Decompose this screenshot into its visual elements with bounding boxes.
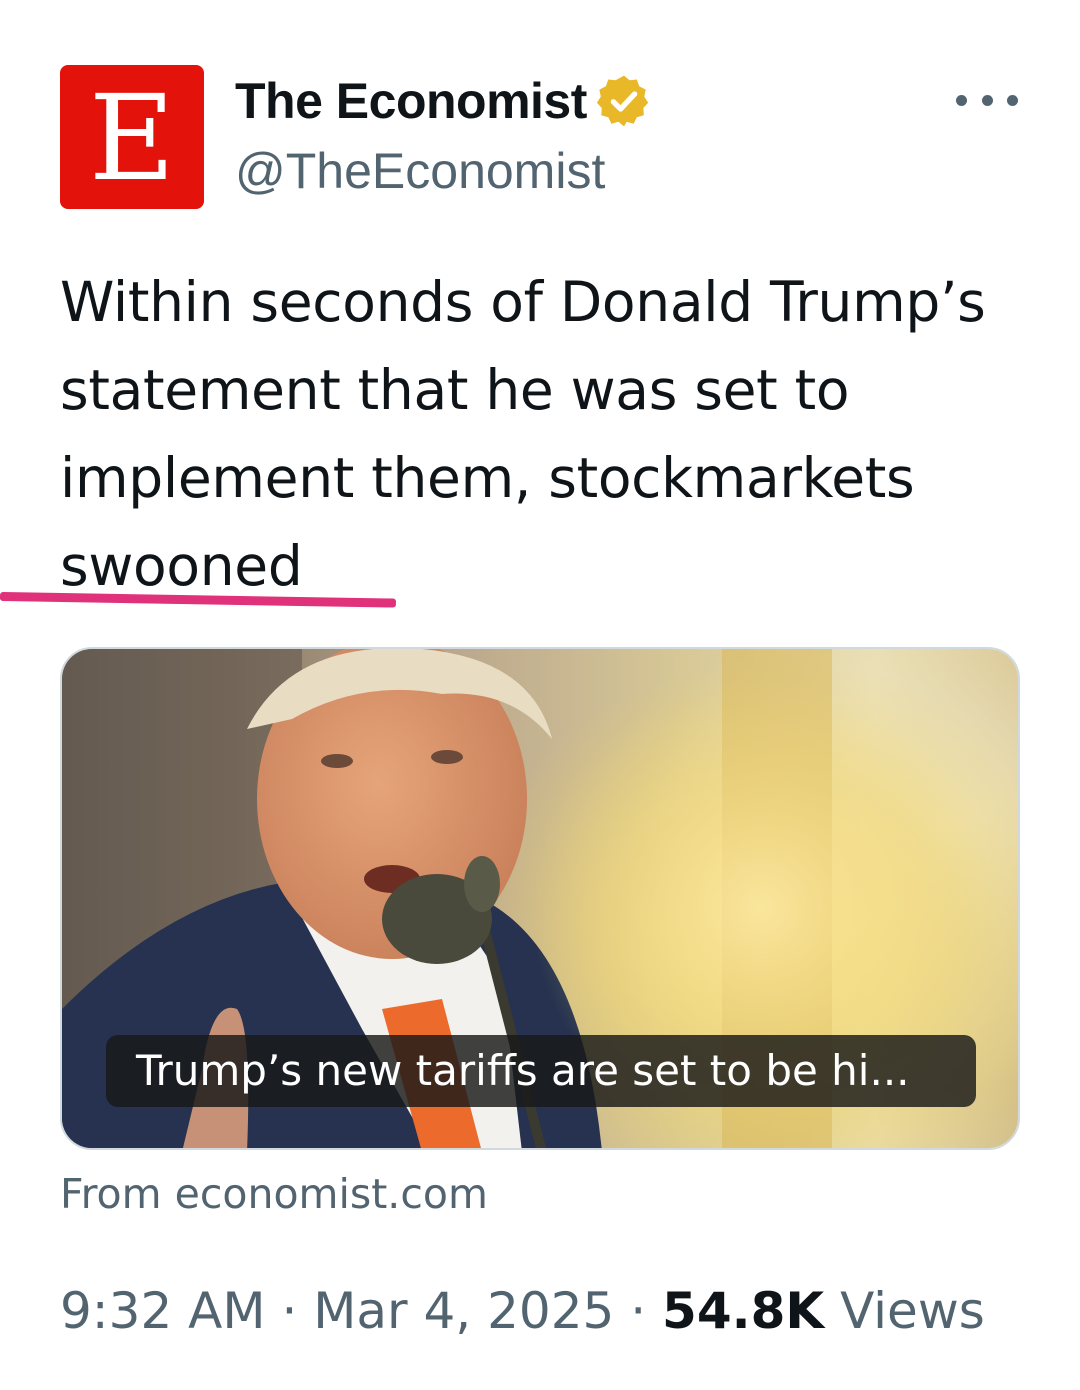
author-display-name[interactable]: The Economist	[235, 72, 587, 130]
card-source-link[interactable]: From economist.com	[60, 1170, 488, 1218]
tweet-text: Within seconds of Donald Trump’s stateme…	[60, 270, 986, 598]
views-count: 54.8K	[662, 1282, 825, 1340]
views-label: Views	[840, 1282, 985, 1340]
more-dot-icon	[1007, 94, 1018, 106]
verified-badge-icon[interactable]	[595, 72, 653, 130]
link-preview-card[interactable]: Trump’s new tariffs are set to be hi...	[60, 647, 1020, 1150]
author-name-row[interactable]: The Economist	[235, 70, 653, 132]
tweet-time[interactable]: 9:32 AM	[60, 1282, 266, 1340]
more-dot-icon	[956, 94, 967, 106]
tweet-meta: 9:32 AM · Mar 4, 2025 · 54.8K Views	[60, 1282, 985, 1340]
more-options-button[interactable]	[952, 80, 1022, 120]
avatar-letter: E	[88, 69, 176, 207]
author-avatar[interactable]: E	[60, 65, 204, 209]
more-dot-icon	[981, 94, 993, 106]
tweet-date[interactable]: Mar 4, 2025	[313, 1282, 614, 1340]
card-caption: Trump’s new tariffs are set to be hi...	[106, 1035, 976, 1107]
card-image: Trump’s new tariffs are set to be hi...	[62, 649, 1018, 1148]
meta-separator: ·	[630, 1282, 647, 1340]
meta-separator: ·	[281, 1282, 298, 1340]
author-handle[interactable]: @TheEconomist	[235, 142, 605, 200]
